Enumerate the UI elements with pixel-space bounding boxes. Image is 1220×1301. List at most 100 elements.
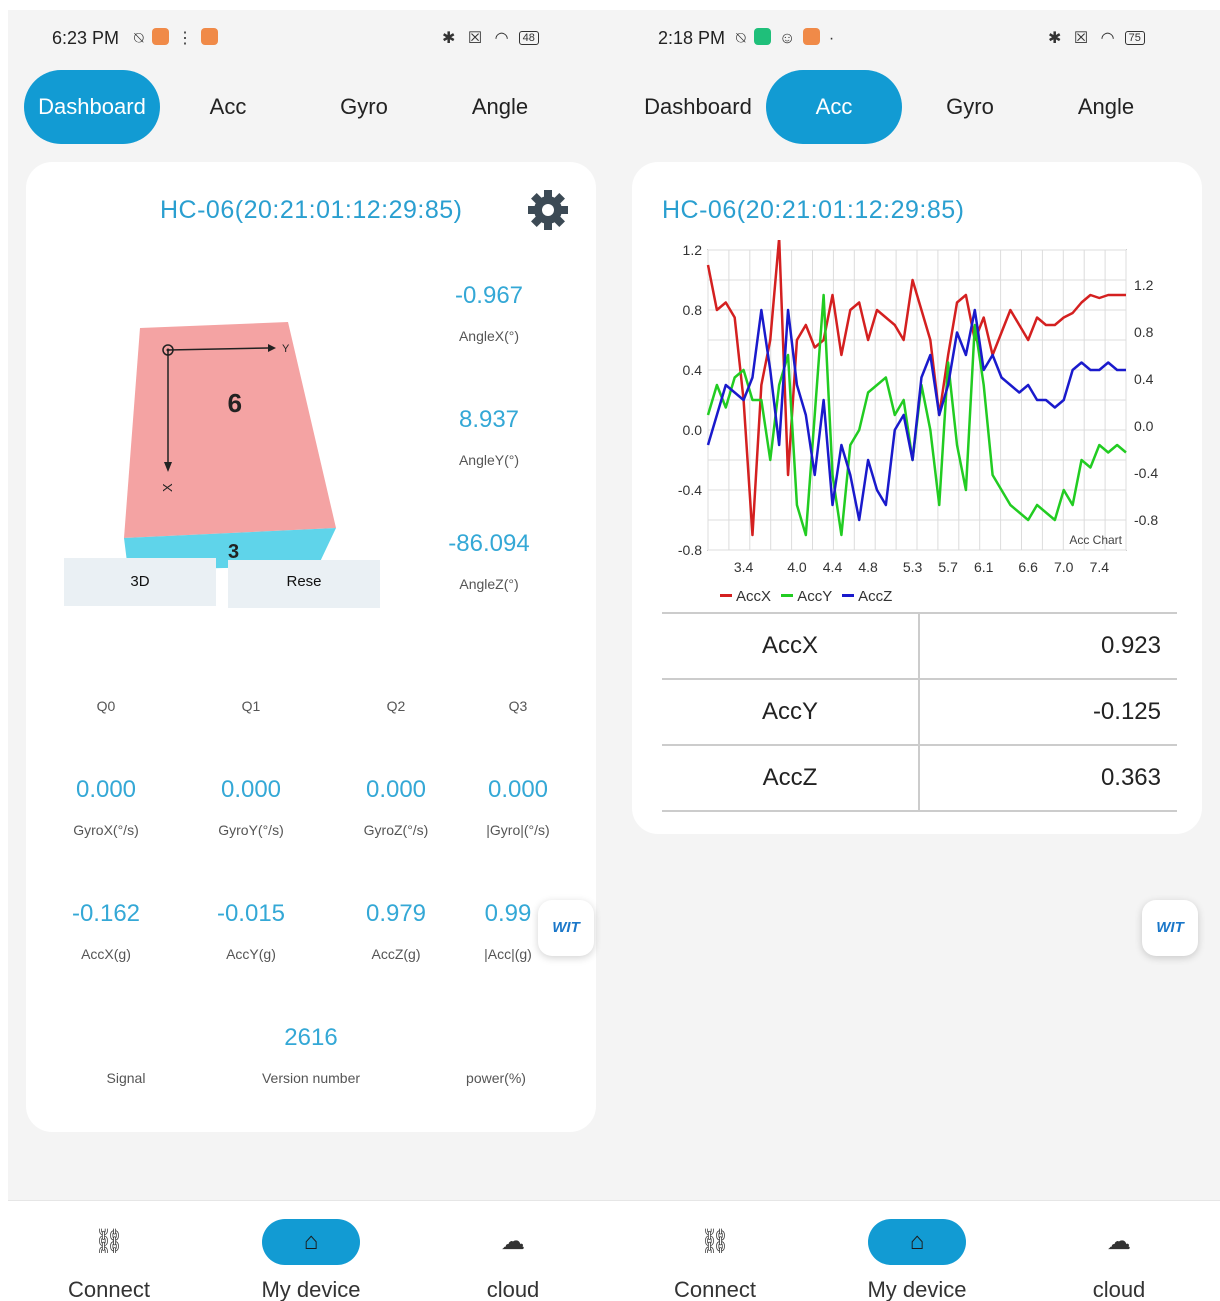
status-bar: 6:23 PM ⍉ ⋮ ✱ ☒ ◠ 48 [8, 24, 614, 54]
cube-face-label: 9 [228, 388, 242, 418]
angle-x-label: AngleX(°) [458, 328, 520, 344]
battery-icon: 75 [1124, 31, 1145, 45]
angle-y-value: 8.937 [458, 406, 520, 433]
y-tick-label-left: 1.2 [683, 242, 703, 258]
accx-value: 0.923 [919, 612, 1177, 680]
q1-label: Q1 [241, 698, 261, 714]
gyro-magnitude-label: |Gyro|(°/s) [486, 822, 550, 838]
tab-gyro[interactable]: Gyro [902, 70, 1038, 144]
acc-y-label: AccY(g) [226, 946, 276, 962]
notification-icons: ⍉ ☺ · [736, 28, 839, 47]
nav-my-device[interactable]: ⌂ My device [226, 1219, 396, 1301]
acc-y-value: -0.015 [216, 900, 286, 927]
y-tick-label-left: -0.8 [678, 542, 702, 558]
home-icon: ⌂ [868, 1219, 966, 1265]
acc-card: HC-06(20:21:01:12:29:85) 1.2 0.8 0.4 0.0 -0.… [632, 162, 1202, 834]
legend-accz: AccZ [858, 588, 893, 605]
right-phone-screen: 2:18 PM ⍉ ☺ · ✱ ☒ ◠ 75 Dashboard Acc Gyro… [614, 10, 1220, 1301]
wit-logo-icon: WIT [552, 919, 580, 936]
nav-cloud[interactable]: ☁ cloud [1034, 1219, 1204, 1301]
version-number-label: Version number [261, 1070, 361, 1086]
x-tick-label: 4.4 [823, 559, 843, 575]
reset-button-label: Rese [286, 573, 322, 590]
wit-logo-icon: WIT [1156, 919, 1184, 936]
gear-icon[interactable] [526, 188, 570, 232]
chart-title: Acc Chart [1069, 533, 1122, 547]
nav-connect-label: Connect [674, 1277, 756, 1301]
device-title: HC-06(20:21:01:12:29:85) [662, 196, 965, 224]
tab-acc[interactable]: Acc [160, 70, 296, 144]
tab-angle[interactable]: Angle [1038, 70, 1174, 144]
nav-cloud[interactable]: ☁ cloud [428, 1219, 598, 1301]
x-tick-label: 5.3 [903, 559, 923, 575]
angle-x-value: -0.967 [454, 282, 524, 309]
tab-gyro[interactable]: Gyro [296, 70, 432, 144]
tab-dashboard[interactable]: Dashboard [630, 70, 766, 144]
3d-mode-button[interactable]: 3D [64, 558, 216, 606]
cloud-icon: ☁ [1107, 1228, 1131, 1255]
acc-line-chart: 1.2 0.8 0.4 0.0 -0.4 -0.8 1.2 0.8 0.4 0.0 -0.4 -0.8… [678, 240, 1158, 575]
acc-z-label: AccZ(g) [371, 946, 421, 962]
nav-my-device[interactable]: ⌂ My device [832, 1219, 1002, 1301]
y-tick-label-right: -0.4 [1134, 465, 1158, 481]
wit-logo-float-button[interactable]: WIT [1142, 900, 1198, 956]
device-title: HC-06(20:21:01:12:29:85) [160, 196, 463, 224]
power-label: power(%) [466, 1070, 526, 1086]
x-tick-label: 7.0 [1054, 559, 1074, 575]
y-tick-label-left: -0.4 [678, 482, 702, 498]
gyro-z-value: 0.000 [365, 776, 427, 803]
link-icon: ⛓ [93, 1228, 125, 1255]
top-tabs: Dashboard Acc Gyro Angle [24, 70, 604, 144]
y-tick-label-right: -0.8 [1134, 512, 1158, 528]
y-tick-label-right: 0.0 [1134, 418, 1154, 434]
gyro-y-label: GyroY(°/s) [218, 822, 284, 838]
y-tick-label-left: 0.4 [683, 362, 703, 378]
accy-value: -0.125 [919, 679, 1177, 746]
dashboard-card: HC-06(20:21:01:12:29:85) Y X 9 3 3D Rese… [26, 162, 596, 1132]
gyro-x-label: GyroX(°/s) [73, 822, 139, 838]
gyro-y-value: 0.000 [220, 776, 282, 803]
accz-value: 0.363 [919, 745, 1177, 812]
nav-connect-label: Connect [68, 1277, 150, 1301]
table-row: AccY -0.125 [662, 679, 1177, 746]
home-icon: ⌂ [262, 1219, 360, 1265]
notification-icons: ⍉ ⋮ [134, 28, 219, 48]
reset-button[interactable]: Rese [228, 560, 380, 608]
bottom-nav: ⛓ Connect ⌂ My device ☁ cloud [8, 1200, 614, 1301]
y-tick-label-right: 0.8 [1134, 324, 1154, 340]
accz-name: AccZ [662, 745, 920, 812]
nav-cloud-label: cloud [486, 1277, 540, 1301]
x-tick-label: 5.7 [938, 559, 958, 575]
accy-name: AccY [662, 679, 920, 746]
angle-z-label: AngleZ(°) [459, 576, 519, 592]
q0-label: Q0 [96, 698, 116, 714]
cube-3d-view[interactable]: Y X 9 3 [118, 314, 350, 574]
link-icon: ⛓ [699, 1228, 731, 1255]
legend-accx: AccX [736, 588, 772, 605]
tab-dashboard[interactable]: Dashboard [24, 70, 160, 144]
x-tick-label: 6.1 [974, 559, 994, 575]
table-row: AccZ 0.363 [662, 745, 1177, 812]
x-tick-label: 3.4 [734, 559, 754, 575]
acc-x-label: AccX(g) [81, 946, 131, 962]
gyro-x-value: 0.000 [75, 776, 137, 803]
x-tick-label: 4.8 [858, 559, 878, 575]
nav-cloud-label: cloud [1092, 1277, 1146, 1301]
tab-angle[interactable]: Angle [432, 70, 568, 144]
nav-connect[interactable]: ⛓ Connect [24, 1219, 194, 1301]
cube-axis-x: X [160, 483, 175, 492]
legend-accy: AccY [797, 588, 832, 605]
nav-connect[interactable]: ⛓ Connect [630, 1219, 800, 1301]
angle-y-label: AngleY(°) [458, 452, 520, 468]
gyro-z-label: GyroZ(°/s) [363, 822, 429, 838]
status-time: 2:18 PM [658, 28, 726, 48]
x-tick-label: 7.4 [1090, 559, 1110, 575]
tab-acc[interactable]: Acc [766, 70, 902, 144]
signal-label: Signal [106, 1070, 146, 1086]
table-row: AccX 0.923 [662, 612, 1177, 680]
q3-label: Q3 [508, 698, 528, 714]
wit-logo-float-button[interactable]: WIT [538, 900, 594, 956]
version-value: 2616 [284, 1024, 338, 1051]
y-tick-label-left: 0.0 [683, 422, 703, 438]
acc-x-value: -0.162 [71, 900, 141, 927]
